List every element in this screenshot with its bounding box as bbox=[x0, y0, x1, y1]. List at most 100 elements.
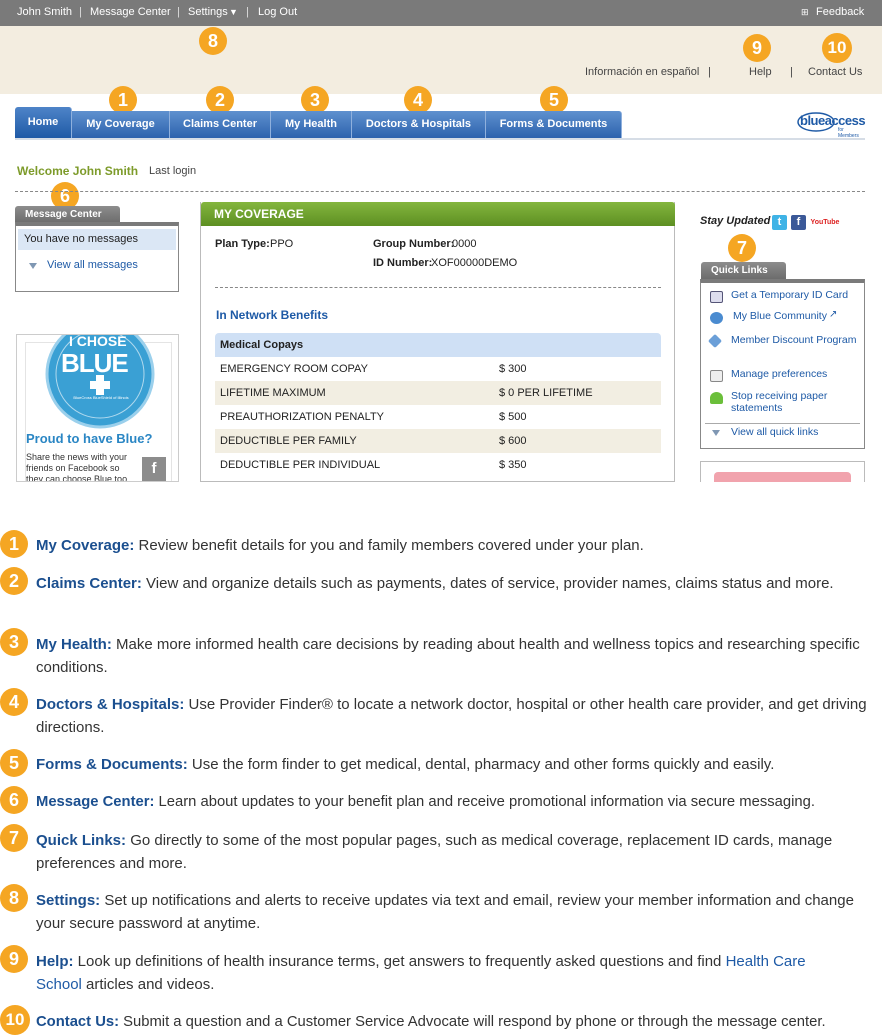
quick-links-title: Quick Links bbox=[701, 262, 786, 280]
view-all-quick-links[interactable]: View all quick links bbox=[731, 426, 859, 438]
legend-item: Message Center: Learn about updates to y… bbox=[36, 791, 882, 814]
badge-sub-text: BlueCross BlueShield of Illinois bbox=[73, 395, 129, 400]
logout-link[interactable]: Log Out bbox=[258, 6, 297, 18]
facebook-share-icon[interactable]: f bbox=[142, 457, 166, 481]
table-row: DEDUCTIBLE PER INDIVIDUAL $ 350 bbox=[215, 453, 661, 477]
legend-term: Message Center: bbox=[36, 794, 155, 810]
chevron-down-icon[interactable]: ▼ bbox=[229, 7, 238, 17]
id-number-label: ID Number: bbox=[373, 257, 433, 269]
legend-term: Contact Us: bbox=[36, 1014, 120, 1030]
legend-text: Learn about updates to your benefit plan… bbox=[154, 794, 815, 810]
twitter-icon[interactable]: t bbox=[772, 215, 787, 230]
table-row: DEDUCTIBLE PER FAMILY $ 600 bbox=[215, 429, 661, 453]
table-header-cell: Medical Copays bbox=[220, 339, 304, 351]
benefit-value: $ 500 bbox=[499, 411, 527, 423]
table-row: EMERGENCY ROOM COPAY $ 300 bbox=[215, 357, 661, 381]
facebook-icon[interactable]: f bbox=[791, 215, 806, 230]
benefit-label: EMERGENCY ROOM COPAY bbox=[220, 363, 368, 375]
legend-text: articles and videos. bbox=[81, 976, 215, 993]
tab-forms-documents[interactable]: Forms & Documents bbox=[486, 111, 622, 138]
triangle-down-icon bbox=[29, 263, 37, 269]
spanish-link[interactable]: Información en español bbox=[585, 66, 699, 78]
legend-text: Go directly to some of the most popular … bbox=[36, 832, 833, 872]
callout-badge: 7 bbox=[728, 234, 756, 262]
legend-term: My Health: bbox=[36, 636, 112, 653]
legend-badge: 5 bbox=[0, 749, 28, 777]
badge-main-text: BLUE bbox=[61, 348, 129, 378]
tab-my-health[interactable]: My Health bbox=[271, 111, 352, 138]
legend-term: Doctors & Hospitals: bbox=[36, 696, 185, 713]
quick-link-stop-paper[interactable]: Stop receiving paper statements bbox=[731, 390, 859, 414]
group-number-label: Group Number: bbox=[373, 238, 455, 250]
legend-badge: 1 bbox=[0, 530, 28, 558]
id-number-value: XOF00000DEMO bbox=[431, 257, 518, 269]
triangle-down-icon bbox=[712, 430, 720, 436]
legend-item: My Coverage: Review benefit details for … bbox=[36, 534, 882, 557]
divider bbox=[705, 423, 860, 424]
callout-badge: 10 bbox=[822, 33, 852, 63]
callout-badge: 9 bbox=[743, 34, 771, 62]
table-row: LIFETIME MAXIMUM $ 0 PER LIFETIME bbox=[215, 381, 661, 405]
stay-updated-label: Stay Updated bbox=[700, 215, 771, 227]
no-messages-text: You have no messages bbox=[18, 229, 176, 250]
legend-badge: 8 bbox=[0, 884, 28, 912]
settings-menu[interactable]: Settings bbox=[188, 6, 228, 18]
view-all-messages-link[interactable]: View all messages bbox=[47, 259, 138, 271]
youtube-icon[interactable]: YouTube bbox=[810, 215, 840, 230]
promo-heading: Proud to have Blue? bbox=[26, 431, 153, 446]
plan-type-value: PPO bbox=[270, 238, 294, 250]
legend-item: Contact Us: Submit a question and a Cust… bbox=[36, 1011, 882, 1034]
callout-badge: 3 bbox=[301, 86, 329, 114]
quick-link-member-discount[interactable]: Member Discount Program bbox=[731, 334, 859, 346]
feedback-link[interactable]: Feedback bbox=[816, 6, 864, 18]
badge-top-text: I CHOSE bbox=[69, 334, 127, 349]
contact-us-link[interactable]: Contact Us bbox=[808, 66, 862, 78]
tab-my-coverage[interactable]: My Coverage bbox=[72, 111, 170, 138]
preferences-icon bbox=[710, 370, 723, 382]
legend-badge: 4 bbox=[0, 688, 28, 716]
dashed-divider bbox=[15, 191, 865, 192]
benefit-value: $ 350 bbox=[499, 459, 527, 471]
legend-item: Claims Center: View and organize details… bbox=[36, 572, 836, 595]
benefit-value: $ 600 bbox=[499, 435, 527, 447]
legend-badge: 10 bbox=[0, 1005, 30, 1035]
ad-image bbox=[714, 472, 851, 482]
legend-term: Help: bbox=[36, 953, 74, 970]
promo-body: Share the news with your friends on Face… bbox=[26, 452, 130, 482]
in-network-benefits-heading: In Network Benefits bbox=[216, 308, 329, 322]
feedback-icon[interactable]: ⊞ bbox=[801, 7, 809, 18]
callout-badge: 1 bbox=[109, 86, 137, 114]
legend-text: Make more informed health care decisions… bbox=[36, 636, 860, 676]
tab-claims-center[interactable]: Claims Center bbox=[170, 111, 271, 138]
legend-badge: 7 bbox=[0, 824, 28, 852]
help-link[interactable]: Help bbox=[749, 66, 772, 78]
legend-badge: 2 bbox=[0, 567, 28, 595]
legend-item: Settings: Set up notifications and alert… bbox=[36, 889, 882, 935]
callout-badge: 2 bbox=[206, 86, 234, 114]
legend-text: Look up definitions of health insurance … bbox=[73, 953, 726, 970]
blueaccess-logo[interactable]: blueaccess for Members bbox=[796, 108, 866, 139]
legend-item: Doctors & Hospitals: Use Provider Finder… bbox=[36, 693, 876, 739]
legend-text: View and organize details such as paymen… bbox=[141, 575, 834, 592]
quick-link-temp-id-card[interactable]: Get a Temporary ID Card bbox=[731, 289, 859, 301]
message-center-link[interactable]: Message Center bbox=[90, 6, 171, 18]
tree-icon bbox=[710, 392, 723, 404]
table-header-row: Medical Copays bbox=[215, 333, 661, 357]
last-login-text: Last login bbox=[149, 165, 197, 177]
tab-home[interactable]: Home bbox=[15, 107, 72, 138]
community-icon bbox=[710, 312, 723, 324]
quick-link-manage-preferences[interactable]: Manage preferences bbox=[731, 368, 859, 380]
divider: | bbox=[790, 66, 793, 78]
legend-item: Help: Look up definitions of health insu… bbox=[36, 950, 816, 996]
benefit-value: $ 300 bbox=[499, 363, 527, 375]
legend-term: Settings: bbox=[36, 892, 101, 909]
divider: | bbox=[708, 66, 711, 78]
callout-badge: 8 bbox=[199, 27, 227, 55]
promo-panel[interactable]: I CHOSE BLUE BlueCross BlueShield of Ill… bbox=[16, 334, 179, 482]
divider: | bbox=[246, 6, 249, 18]
user-name-link[interactable]: John Smith bbox=[17, 6, 72, 18]
benefit-label: PREAUTHORIZATION PENALTY bbox=[220, 411, 385, 423]
legend-text: Review benefit details for you and famil… bbox=[134, 537, 644, 554]
tab-doctors-hospitals[interactable]: Doctors & Hospitals bbox=[352, 111, 486, 138]
quick-link-my-blue-community[interactable]: My Blue Community bbox=[733, 310, 861, 322]
